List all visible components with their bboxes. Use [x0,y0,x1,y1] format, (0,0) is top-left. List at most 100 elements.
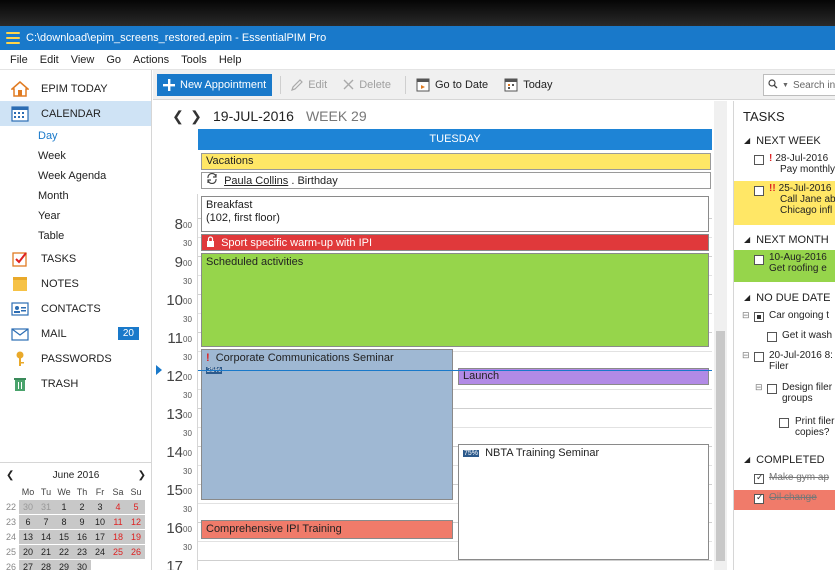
menu-edit[interactable]: Edit [34,54,65,66]
task-group-completed[interactable]: ◢ COMPLETED [734,450,835,470]
sidebar-item-calendar[interactable]: CALENDAR [0,101,151,126]
task-checkbox[interactable] [754,155,764,165]
mini-calendar-day[interactable]: 26 [127,545,145,559]
task-item[interactable]: Print filer copies? [734,414,835,448]
birthday-contact-link[interactable]: Paula Collins [224,175,288,187]
calendar-view-month[interactable]: Month [0,186,151,206]
task-checkbox[interactable] [754,255,764,265]
day-column-header[interactable]: TUESDAY [198,129,712,150]
tree-collapse-icon[interactable]: ⊟ [742,350,750,361]
task-item[interactable]: !! 25-Jul-2016 Call Jane ab Chicago infl [734,181,835,225]
mini-calendar-next-icon[interactable]: ❯ [138,470,146,481]
event-nbta-seminar[interactable]: 75% NBTA Training Seminar [458,444,709,560]
task-item[interactable]: Get it wash [734,328,835,348]
mini-calendar-day[interactable]: 14 [37,530,55,544]
tree-collapse-icon[interactable]: ⊟ [755,382,763,393]
delete-button[interactable]: Delete [337,74,397,96]
mini-calendar-day[interactable]: 6 [19,515,37,529]
task-checkbox[interactable] [754,492,764,504]
event-sport-warmup[interactable]: Sport specific warm-up with IPI [201,234,709,251]
mini-calendar-day[interactable]: 4 [109,500,127,514]
sidebar-item-tasks[interactable]: TASKS [0,246,151,271]
menu-tools[interactable]: Tools [175,54,213,66]
sidebar-item-contacts[interactable]: CONTACTS [0,296,151,321]
collapse-triangle-icon[interactable]: ◢ [744,288,750,308]
mini-calendar-day[interactable]: 5 [127,500,145,514]
sidebar-item-epim-today[interactable]: EPIM TODAY [0,76,151,101]
task-item[interactable]: ⊟ Car ongoing t [734,308,835,328]
sidebar-item-passwords[interactable]: PASSWORDS [0,346,151,371]
task-item-completed[interactable]: Make gym ap [734,470,835,490]
mini-calendar-day[interactable]: 27 [19,560,37,570]
menu-file[interactable]: File [4,54,34,66]
calendar-view-year[interactable]: Year [0,206,151,226]
calendar-view-week-agenda[interactable]: Week Agenda [0,166,151,186]
task-item-completed[interactable]: Oil change [734,490,835,510]
collapse-triangle-icon[interactable]: ◢ [744,131,750,151]
go-to-date-button[interactable]: Go to Date [410,74,494,96]
mini-calendar-day[interactable]: 21 [37,545,55,559]
task-checkbox[interactable] [767,332,777,342]
sidebar-item-trash[interactable]: TRASH [0,371,151,396]
mini-calendar-day[interactable]: 16 [73,530,91,544]
task-checkbox[interactable] [779,418,789,428]
mini-calendar-day[interactable]: 3 [91,500,109,514]
event-breakfast[interactable]: Breakfast (102, first floor) [201,196,709,232]
mini-calendar-day[interactable]: 23 [73,545,91,559]
task-item[interactable]: ⊟ 20-Jul-2016 8: Filer [734,348,835,380]
task-checkbox[interactable] [754,186,764,196]
mini-calendar-day[interactable]: 9 [73,515,91,529]
task-item[interactable]: ! 28-Jul-2016 Pay monthly [734,151,835,181]
scrollbar-thumb[interactable] [716,331,725,561]
sidebar-item-notes[interactable]: NOTES [0,271,151,296]
menu-view[interactable]: View [65,54,101,66]
event-scheduled-activities[interactable]: Scheduled activities [201,253,709,347]
collapse-triangle-icon[interactable]: ◢ [744,230,750,250]
mini-calendar-day[interactable]: 1 [55,500,73,514]
mini-calendar-day[interactable]: 12 [127,515,145,529]
mini-calendar-day[interactable]: 29 [55,560,73,570]
mini-calendar-day[interactable]: 10 [91,515,109,529]
mini-calendar-day[interactable]: 2 [73,500,91,514]
all-day-event-birthday[interactable]: Paula Collins . Birthday [201,172,711,189]
all-day-event-vacations[interactable]: Vacations [201,153,711,170]
mini-calendar-day[interactable]: 18 [109,530,127,544]
menu-actions[interactable]: Actions [127,54,175,66]
mini-calendar-day[interactable]: 31 [37,500,55,514]
collapse-triangle-icon[interactable]: ◢ [744,450,750,470]
task-checkbox[interactable] [754,312,764,322]
today-button[interactable]: Today [498,74,558,96]
task-group-no-due-date[interactable]: ◢ NO DUE DATE [734,288,835,308]
event-corporate-seminar[interactable]: ! Corporate Communications Seminar 25% [201,349,453,500]
sidebar-item-mail[interactable]: MAIL 20 [0,321,151,346]
search-input[interactable]: ▼ Search in [763,74,835,96]
task-group-next-month[interactable]: ◢ NEXT MONTH [734,230,835,250]
mini-calendar-day[interactable]: 15 [55,530,73,544]
vertical-scrollbar[interactable] [714,101,727,570]
event-ipi-training[interactable]: Comprehensive IPI Training [201,520,453,539]
calendar-view-day[interactable]: Day [0,126,151,146]
mini-calendar-day[interactable]: 17 [91,530,109,544]
next-day-icon[interactable]: ❯ [187,108,205,125]
calendar-view-week[interactable]: Week [0,146,151,166]
search-dropdown-icon[interactable]: ▼ [782,82,789,89]
mini-calendar-day[interactable]: 28 [37,560,55,570]
new-appointment-button[interactable]: New Appointment [157,73,273,96]
mini-calendar-day[interactable]: 30 [73,560,91,570]
mini-calendar-day[interactable]: 25 [109,545,127,559]
menu-go[interactable]: Go [100,54,127,66]
calendar-view-table[interactable]: Table [0,226,151,246]
task-group-next-week[interactable]: ◢ NEXT WEEK [734,131,835,151]
menu-help[interactable]: Help [213,54,248,66]
mini-calendar-day[interactable]: 24 [91,545,109,559]
mini-calendar-day[interactable]: 13 [19,530,37,544]
tree-collapse-icon[interactable]: ⊟ [742,310,750,321]
mini-calendar-day[interactable]: 11 [109,515,127,529]
task-item[interactable]: 10-Aug-2016 Get roofing e [734,250,835,282]
edit-button[interactable]: Edit [285,74,333,96]
mini-calendar-day[interactable]: 20 [19,545,37,559]
mini-calendar-prev-icon[interactable]: ❮ [6,470,14,481]
mini-calendar-day[interactable]: 8 [55,515,73,529]
task-checkbox[interactable] [754,472,764,484]
mini-calendar-day[interactable]: 30 [19,500,37,514]
